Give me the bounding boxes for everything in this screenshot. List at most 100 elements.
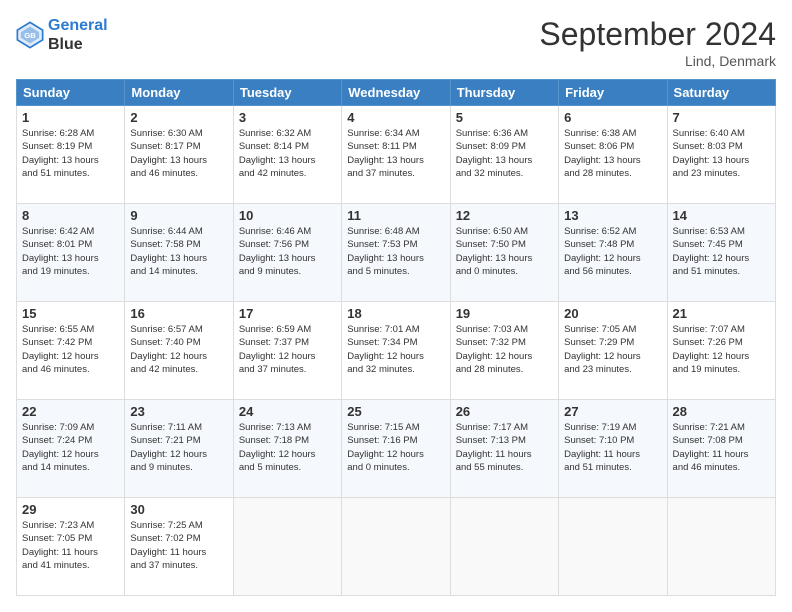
svg-text:GB: GB [24, 31, 36, 40]
calendar-cell: 29 Sunrise: 7:23 AMSunset: 7:05 PMDayligh… [17, 498, 125, 596]
calendar-cell [667, 498, 775, 596]
day-info: Sunrise: 7:09 AMSunset: 7:24 PMDaylight:… [22, 421, 119, 474]
logo-line2: Blue [48, 35, 108, 54]
calendar-cell: 23 Sunrise: 7:11 AMSunset: 7:21 PMDayligh… [125, 400, 233, 498]
calendar-cell: 15 Sunrise: 6:55 AMSunset: 7:42 PMDayligh… [17, 302, 125, 400]
calendar-week-3: 15 Sunrise: 6:55 AMSunset: 7:42 PMDayligh… [17, 302, 776, 400]
day-info: Sunrise: 7:05 AMSunset: 7:29 PMDaylight:… [564, 323, 661, 376]
calendar-cell: 25 Sunrise: 7:15 AMSunset: 7:16 PMDayligh… [342, 400, 450, 498]
day-info: Sunrise: 6:40 AMSunset: 8:03 PMDaylight:… [673, 127, 770, 180]
calendar-cell: 22 Sunrise: 7:09 AMSunset: 7:24 PMDayligh… [17, 400, 125, 498]
calendar-cell: 1Sunrise: 6:28 AMSunset: 8:19 PMDaylight… [17, 106, 125, 204]
day-header-tuesday: Tuesday [233, 80, 341, 106]
day-info: Sunrise: 6:48 AMSunset: 7:53 PMDaylight:… [347, 225, 444, 278]
calendar-cell: 9 Sunrise: 6:44 AMSunset: 7:58 PMDaylight… [125, 204, 233, 302]
day-header-friday: Friday [559, 80, 667, 106]
day-number: 19 [456, 306, 553, 321]
day-number: 24 [239, 404, 336, 419]
month-title: September 2024 [539, 16, 776, 53]
calendar-cell [233, 498, 341, 596]
day-info: Sunrise: 7:11 AMSunset: 7:21 PMDaylight:… [130, 421, 227, 474]
day-number: 13 [564, 208, 661, 223]
day-info: Sunrise: 6:32 AMSunset: 8:14 PMDaylight:… [239, 127, 336, 180]
calendar-cell: 13 Sunrise: 6:52 AMSunset: 7:48 PMDayligh… [559, 204, 667, 302]
day-info: Sunrise: 6:44 AMSunset: 7:58 PMDaylight:… [130, 225, 227, 278]
day-info: Sunrise: 7:15 AMSunset: 7:16 PMDaylight:… [347, 421, 444, 474]
calendar-cell: 19 Sunrise: 7:03 AMSunset: 7:32 PMDayligh… [450, 302, 558, 400]
header: GB General Blue September 2024 Lind, Den… [16, 16, 776, 69]
day-number: 23 [130, 404, 227, 419]
day-number: 4 [347, 110, 444, 125]
day-header-wednesday: Wednesday [342, 80, 450, 106]
calendar-cell: 6 Sunrise: 6:38 AMSunset: 8:06 PMDaylight… [559, 106, 667, 204]
day-number: 11 [347, 208, 444, 223]
day-number: 17 [239, 306, 336, 321]
logo: GB General Blue [16, 16, 108, 54]
calendar-header-row: SundayMondayTuesdayWednesdayThursdayFrid… [17, 80, 776, 106]
day-info: Sunrise: 7:03 AMSunset: 7:32 PMDaylight:… [456, 323, 553, 376]
day-number: 20 [564, 306, 661, 321]
calendar-cell: 14Sunrise: 6:53 AMSunset: 7:45 PMDayligh… [667, 204, 775, 302]
calendar-cell: 16 Sunrise: 6:57 AMSunset: 7:40 PMDayligh… [125, 302, 233, 400]
day-info: Sunrise: 6:34 AMSunset: 8:11 PMDaylight:… [347, 127, 444, 180]
day-info: Sunrise: 6:52 AMSunset: 7:48 PMDaylight:… [564, 225, 661, 278]
calendar-cell: 30Sunrise: 7:25 AMSunset: 7:02 PMDayligh… [125, 498, 233, 596]
calendar-cell: 4 Sunrise: 6:34 AMSunset: 8:11 PMDaylight… [342, 106, 450, 204]
calendar-cell: 26Sunrise: 7:17 AMSunset: 7:13 PMDayligh… [450, 400, 558, 498]
day-info: Sunrise: 7:13 AMSunset: 7:18 PMDaylight:… [239, 421, 336, 474]
calendar-week-4: 22 Sunrise: 7:09 AMSunset: 7:24 PMDayligh… [17, 400, 776, 498]
day-info: Sunrise: 6:38 AMSunset: 8:06 PMDaylight:… [564, 127, 661, 180]
day-info: Sunrise: 7:17 AMSunset: 7:13 PMDaylight:… [456, 421, 553, 474]
calendar-cell: 28 Sunrise: 7:21 AMSunset: 7:08 PMDayligh… [667, 400, 775, 498]
day-info: Sunrise: 7:21 AMSunset: 7:08 PMDaylight:… [673, 421, 770, 474]
day-number: 21 [673, 306, 770, 321]
day-info: Sunrise: 6:59 AMSunset: 7:37 PMDaylight:… [239, 323, 336, 376]
day-header-thursday: Thursday [450, 80, 558, 106]
day-number: 25 [347, 404, 444, 419]
calendar-cell: 17 Sunrise: 6:59 AMSunset: 7:37 PMDayligh… [233, 302, 341, 400]
calendar-cell: 2 Sunrise: 6:30 AMSunset: 8:17 PMDaylight… [125, 106, 233, 204]
calendar-cell: 3Sunrise: 6:32 AMSunset: 8:14 PMDaylight… [233, 106, 341, 204]
day-number: 5 [456, 110, 553, 125]
day-header-saturday: Saturday [667, 80, 775, 106]
day-number: 6 [564, 110, 661, 125]
day-number: 29 [22, 502, 119, 517]
day-number: 28 [673, 404, 770, 419]
calendar-cell [450, 498, 558, 596]
day-number: 15 [22, 306, 119, 321]
calendar-cell: 24 Sunrise: 7:13 AMSunset: 7:18 PMDayligh… [233, 400, 341, 498]
day-number: 8 [22, 208, 119, 223]
day-number: 12 [456, 208, 553, 223]
calendar-cell [342, 498, 450, 596]
day-number: 16 [130, 306, 227, 321]
day-number: 9 [130, 208, 227, 223]
calendar-cell: 7Sunrise: 6:40 AMSunset: 8:03 PMDaylight… [667, 106, 775, 204]
calendar-cell: 27Sunrise: 7:19 AMSunset: 7:10 PMDayligh… [559, 400, 667, 498]
calendar-cell: 21 Sunrise: 7:07 AMSunset: 7:26 PMDayligh… [667, 302, 775, 400]
day-number: 10 [239, 208, 336, 223]
day-info: Sunrise: 7:25 AMSunset: 7:02 PMDaylight:… [130, 519, 227, 572]
calendar-week-2: 8 Sunrise: 6:42 AMSunset: 8:01 PMDaylight… [17, 204, 776, 302]
day-header-sunday: Sunday [17, 80, 125, 106]
day-info: Sunrise: 7:23 AMSunset: 7:05 PMDaylight:… [22, 519, 119, 572]
day-number: 1 [22, 110, 119, 125]
day-number: 22 [22, 404, 119, 419]
location: Lind, Denmark [539, 53, 776, 69]
calendar-table: SundayMondayTuesdayWednesdayThursdayFrid… [16, 79, 776, 596]
day-header-monday: Monday [125, 80, 233, 106]
calendar-cell [559, 498, 667, 596]
day-info: Sunrise: 6:53 AMSunset: 7:45 PMDaylight:… [673, 225, 770, 278]
day-info: Sunrise: 6:36 AMSunset: 8:09 PMDaylight:… [456, 127, 553, 180]
day-info: Sunrise: 6:30 AMSunset: 8:17 PMDaylight:… [130, 127, 227, 180]
logo-text: General Blue [48, 16, 108, 54]
calendar-cell: 20 Sunrise: 7:05 AMSunset: 7:29 PMDayligh… [559, 302, 667, 400]
day-info: Sunrise: 6:42 AMSunset: 8:01 PMDaylight:… [22, 225, 119, 278]
day-info: Sunrise: 7:07 AMSunset: 7:26 PMDaylight:… [673, 323, 770, 376]
calendar-week-5: 29 Sunrise: 7:23 AMSunset: 7:05 PMDayligh… [17, 498, 776, 596]
day-number: 27 [564, 404, 661, 419]
day-info: Sunrise: 6:55 AMSunset: 7:42 PMDaylight:… [22, 323, 119, 376]
day-number: 2 [130, 110, 227, 125]
day-info: Sunrise: 6:57 AMSunset: 7:40 PMDaylight:… [130, 323, 227, 376]
calendar-cell: 8 Sunrise: 6:42 AMSunset: 8:01 PMDaylight… [17, 204, 125, 302]
calendar-cell: 12Sunrise: 6:50 AMSunset: 7:50 PMDayligh… [450, 204, 558, 302]
